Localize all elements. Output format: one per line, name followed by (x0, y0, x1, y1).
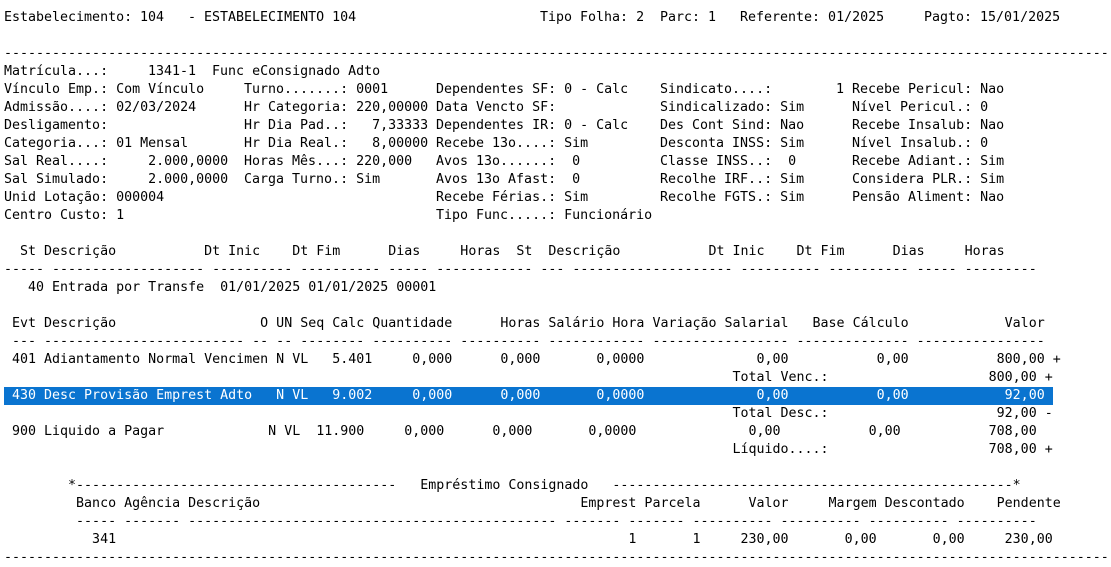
pensao-aliment-field: Pensão Aliment: Nao (836, 190, 1005, 205)
referente: Referente: 01/2025 (740, 10, 885, 25)
estab-label: Estabelecimento: (4, 10, 133, 25)
nivel-insalub-field: Nível Insalub.: 0 (836, 136, 989, 151)
data-vencto-sf-field: Data Vencto SF: (436, 100, 557, 115)
avos-13o-field: Avos 13o......: 0 (436, 154, 581, 169)
event-row-430-text: 430 Desc Provisão Emprest Adto N VL 9.00… (4, 388, 1061, 403)
hr-categoria-field: Hr Categoria: 220,00000 (244, 100, 429, 115)
tipo-folha: Tipo Folha: 2 (540, 10, 645, 25)
considera-plr-field: Considera PLR.: Sim (836, 172, 1005, 187)
hr-dia-pad-field: Hr Dia Pad..: 7,33333 (244, 118, 429, 133)
carga-turno-field: Carga Turno.: Sim (244, 172, 381, 187)
total-desc-row: Total Desc.: 92,00 - (4, 406, 1053, 421)
events-header: Evt Descrição O UN Seq Calc Quantidade H… (4, 316, 1045, 331)
divider-top: ----------------------------------------… (4, 46, 1111, 61)
total-venc-row: Total Venc.: 800,00 + (4, 370, 1053, 385)
consignado-title: *---------------------------------------… (4, 478, 1021, 493)
sindicalizado-field: Sindicalizado: Sim (660, 100, 805, 115)
matricula-value: 1341-1 Func eConsignado Adto (148, 64, 381, 79)
afast-header: St Descrição Dt Inic Dt Fim Dias Horas S… (4, 244, 1005, 259)
recolhe-fgts-field: Recolhe FGTS.: Sim (660, 190, 805, 205)
divider-bottom: ----------------------------------------… (4, 550, 1111, 565)
afast-dashes: ----- ------------------- ---------- ---… (4, 262, 1037, 277)
recebe-ferias-field: Recebe Férias.: Sim (436, 190, 589, 205)
horas-mes-field: Horas Mês...: 220,000 (244, 154, 413, 169)
consignado-dashes: ----- ------- --------------------------… (4, 514, 1037, 529)
recebe-pericul-field: 1 Recebe Pericul: Nao (836, 82, 1005, 97)
categoria-field: Categoria...: 01 Mensal (4, 136, 189, 151)
centro-custo-field: Centro Custo: 1 (4, 208, 125, 223)
tipo-func-field: Tipo Func.....: Funcionário (436, 208, 653, 223)
consignado-row[interactable]: 341 1 1 230,00 0,00 0,00 230,00 (4, 531, 1053, 549)
recolhe-irf-field: Recolhe IRF..: Sim (660, 172, 805, 187)
vinculo-field: Vínculo Emp.: Com Vínculo (4, 82, 205, 97)
classe-inss-field: Classe INSS..: 0 (660, 154, 797, 169)
event-row-401[interactable]: 401 Adiantamento Normal Vencimen N VL 5.… (4, 351, 1061, 369)
avos-13o-afast-field: Avos 13o Afast: 0 (436, 172, 581, 187)
consignado-header: Banco Agência Descrição Emprest Parcela … (4, 496, 1061, 511)
recebe-insalub-field: Recebe Insalub: Nao (836, 118, 1005, 133)
nivel-pericul-field: Nível Pericul.: 0 (836, 100, 989, 115)
parcela: Parc: 1 (660, 10, 717, 25)
dependentes-ir-field: Dependentes IR: 0 - Calc (436, 118, 629, 133)
sal-real-field: Sal Real....: 2.000,0000 (4, 154, 229, 169)
dependentes-sf-field: Dependentes SF: 0 - Calc (436, 82, 629, 97)
desconta-inss-field: Desconta INSS: Sim (660, 136, 805, 151)
events-dashes: --- ------------------------- -- -- ----… (4, 334, 1045, 349)
event-row-430-selected[interactable]: 430 Desc Provisão Emprest Adto N VL 9.00… (4, 387, 1061, 405)
matricula-label: Matrícula...: (4, 64, 109, 79)
sindicato-field: Sindicato....: (660, 82, 773, 97)
sal-simulado-field: Sal Simulado: 2.000,0000 (4, 172, 229, 187)
admissao-field: Admissão....: 02/03/2024 (4, 100, 197, 115)
hr-dia-real-field: Hr Dia Real.: 8,00000 (244, 136, 429, 151)
liquido-row: Líquido....: 708,00 + (4, 442, 1053, 457)
recebe-13o-field: Recebe 13o....: Sim (436, 136, 589, 151)
pagto: Pagto: 15/01/2025 (924, 10, 1061, 25)
recebe-adiant-field: Recebe Adiant.: Sim (836, 154, 1005, 169)
estab-name: - ESTABELECIMENTO 104 (188, 10, 357, 25)
turno-field: Turno.......: 0001 (244, 82, 389, 97)
desligamento-field: Desligamento: (4, 118, 109, 133)
unid-lotacao-field: Unid Lotação: 000004 (4, 190, 165, 205)
des-cont-sind-field: Des Cont Sind: Nao (660, 118, 805, 133)
estab-code: 104 (140, 10, 165, 25)
afast-row[interactable]: 40 Entrada por Transfe 01/01/2025 01/01/… (4, 279, 436, 297)
event-row-900[interactable]: 900 Liquido a Pagar N VL 11.900 0,000 0,… (4, 423, 1037, 441)
